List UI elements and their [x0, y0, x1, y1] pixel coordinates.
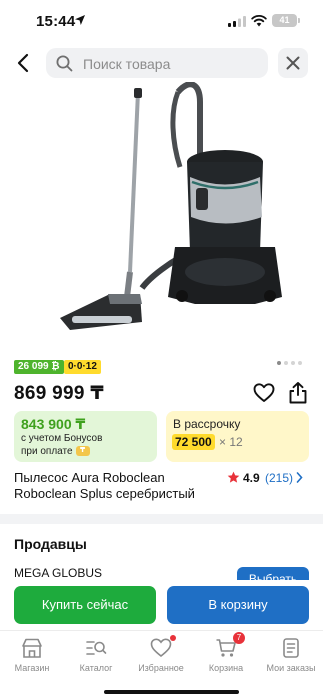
star-icon [227, 471, 240, 483]
wifi-icon [251, 14, 267, 27]
close-icon [286, 56, 300, 70]
gallery-dot [284, 361, 288, 365]
search-placeholder: Поиск товара [83, 56, 171, 72]
tab-label: Каталог [79, 663, 113, 673]
tab-cart[interactable]: 7 Корзина [196, 632, 256, 677]
reviews-count-link[interactable]: (215) [265, 471, 293, 485]
tab-my-orders[interactable]: Мои заказы [261, 637, 321, 677]
tab-shop[interactable]: Магазин [2, 637, 62, 677]
catalog-search-icon [86, 641, 107, 655]
product-title: Пылесос Aura Roboclean Roboclean Splus с… [14, 470, 195, 501]
tab-favorites[interactable]: Избранное [131, 635, 191, 677]
gallery-dot [298, 361, 302, 365]
bonus-badge: 26 099 ₿ [14, 360, 64, 374]
home-indicator [104, 690, 239, 694]
back-arrow-icon[interactable] [12, 50, 36, 76]
sellers-heading: Продавцы [14, 536, 87, 552]
search-input[interactable]: Поиск товара [46, 48, 268, 78]
installment-title: В рассрочку [173, 417, 241, 431]
cellular-signal-icon [228, 16, 246, 27]
notification-dot [170, 635, 176, 641]
orders-icon [283, 638, 299, 658]
bonus-price-card[interactable]: 843 900 ₸ с учетом Бонусов при оплате ₸ [14, 411, 157, 462]
product-image[interactable] [50, 82, 285, 347]
installment-amount: 72 500 [172, 434, 215, 450]
gallery-dot [277, 361, 281, 365]
section-divider [0, 514, 323, 524]
shop-icon [22, 638, 42, 658]
bonus-caption: с учетом Бонусов [21, 433, 103, 444]
location-arrow-icon [75, 15, 85, 25]
share-icon[interactable] [287, 381, 309, 405]
tab-label: Магазин [14, 663, 50, 673]
seller-name: MEGA GLOBUS [14, 566, 103, 580]
status-time: 15:44 [36, 13, 76, 30]
bonus-caption-text: при оплате [21, 446, 73, 457]
gallery-dot [291, 361, 295, 365]
status-bar: 15:44 41 [0, 0, 323, 44]
action-bar: Купить сейчас В корзину [0, 580, 323, 630]
battery-icon: 41 [272, 14, 300, 27]
installment-multiplier: × 12 [219, 435, 243, 449]
tab-catalog[interactable]: Каталог [66, 637, 126, 677]
tab-label: Избранное [138, 663, 184, 673]
rating-value: 4.9 [243, 471, 260, 485]
battery-level: 41 [279, 15, 290, 25]
add-to-cart-button[interactable]: В корзину [167, 586, 309, 624]
product-price: 869 999 ₸ [14, 383, 104, 404]
top-bar: Поиск товара [0, 46, 323, 80]
search-icon [56, 55, 73, 72]
bonus-price: 843 900 ₸ [21, 416, 86, 432]
close-button[interactable] [278, 48, 308, 78]
installment-badge: 0·0·12 [64, 360, 101, 374]
bonus-coin-icon: ₸ [75, 446, 90, 457]
favorite-heart-icon[interactable] [253, 382, 275, 404]
heart-icon [150, 638, 172, 658]
cart-count-badge: 7 [233, 632, 245, 644]
buy-now-button[interactable]: Купить сейчас [14, 586, 156, 624]
cart-icon-wrap: 7 [215, 632, 245, 659]
chevron-right-icon [296, 472, 303, 483]
tab-label: Мои заказы [266, 663, 316, 673]
tab-label: Корзина [208, 663, 244, 673]
heart-icon-wrap [150, 635, 176, 659]
installment-card[interactable]: В рассрочку 72 500 × 12 [166, 411, 309, 462]
bonus-caption-2: при оплате ₸ [21, 446, 90, 457]
